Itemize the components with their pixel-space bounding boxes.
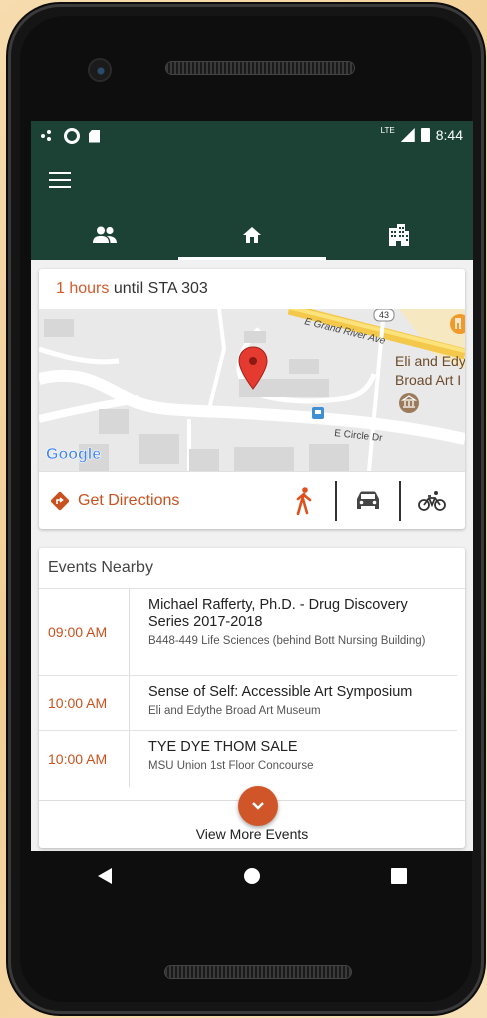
status-bar: LTE 8:44 xyxy=(31,121,473,150)
events-card: Events Nearby 09:00 AM Michael Rafferty,… xyxy=(39,548,465,848)
people-icon xyxy=(92,226,117,243)
building-icon xyxy=(389,224,410,246)
bike-icon xyxy=(418,491,446,511)
route-number: 43 xyxy=(379,310,389,320)
clock: 8:44 xyxy=(435,127,463,143)
signal-icon xyxy=(400,128,415,142)
campus-map[interactable]: 43 E Grand River Ave E Circle Dr Eli and… xyxy=(39,309,465,471)
directions-bar: Get Directions xyxy=(39,471,465,530)
network-type: LTE xyxy=(380,125,395,135)
events-header: Events Nearby xyxy=(39,548,465,589)
front-camera xyxy=(90,60,110,80)
google-logo: Google xyxy=(46,446,101,463)
expand-events-button[interactable] xyxy=(238,786,278,826)
get-directions-button[interactable]: Get Directions xyxy=(50,491,179,511)
map-place-label-line2: Broad Art I xyxy=(395,372,461,388)
class-name: until STA 303 xyxy=(113,280,208,297)
next-class-card: 1 hours until STA 303 43 E Grand River A… xyxy=(39,269,465,529)
event-title: Michael Rafferty, Ph.D. - Drug Discovery… xyxy=(148,597,408,630)
event-time: 10:00 AM xyxy=(39,676,130,730)
notification-dots-icon xyxy=(41,130,55,142)
tab-bar xyxy=(31,210,473,260)
home-button[interactable] xyxy=(232,856,272,896)
view-more-events-button[interactable]: View More Events xyxy=(196,826,309,842)
tab-home[interactable] xyxy=(178,210,326,260)
home-icon xyxy=(242,227,261,243)
event-time: 09:00 AM xyxy=(39,589,130,675)
chevron-down-icon xyxy=(252,802,264,810)
walk-icon xyxy=(296,487,312,515)
map-place-label-line1: Eli and Edy xyxy=(395,353,465,369)
drive-mode-button[interactable] xyxy=(349,481,387,521)
event-row[interactable]: 10:00 AM TYE DYE THOM SALE MSU Union 1st… xyxy=(39,731,457,787)
sd-card-icon xyxy=(89,129,100,143)
event-location: MSU Union 1st Floor Concourse xyxy=(148,760,314,772)
hours-unit: hours xyxy=(69,280,110,297)
sync-circle-icon xyxy=(64,128,80,144)
menu-icon[interactable] xyxy=(49,172,71,188)
event-row[interactable]: 10:00 AM Sense of Self: Accessible Art S… xyxy=(39,676,457,731)
car-icon xyxy=(357,491,379,509)
event-time: 10:00 AM xyxy=(39,731,130,787)
event-title: Sense of Self: Accessible Art Symposium xyxy=(148,684,413,700)
recents-square-icon xyxy=(391,868,408,884)
class-countdown: 1 hours until STA 303 xyxy=(39,269,465,309)
system-nav-bar xyxy=(31,851,473,901)
event-title: TYE DYE THOM SALE xyxy=(148,739,298,755)
tab-people[interactable] xyxy=(31,210,178,260)
bike-mode-button[interactable] xyxy=(413,481,451,521)
back-triangle-icon xyxy=(97,868,112,884)
tab-buildings[interactable] xyxy=(326,210,473,260)
get-directions-label: Get Directions xyxy=(78,492,180,509)
directions-icon xyxy=(50,491,70,511)
hours-remaining: 1 xyxy=(56,280,65,297)
battery-icon xyxy=(420,128,430,142)
app-bar xyxy=(31,150,473,260)
map-canvas: 43 E Grand River Ave E Circle Dr Eli and… xyxy=(39,309,465,471)
recents-button[interactable] xyxy=(379,856,419,896)
event-row[interactable]: 09:00 AM Michael Rafferty, Ph.D. - Drug … xyxy=(39,589,457,676)
home-circle-icon xyxy=(243,868,260,884)
app-screen: LTE 8:44 1 hours until STA 303 43 E Gran… xyxy=(31,121,473,851)
walk-mode-button[interactable] xyxy=(285,481,323,521)
top-speaker xyxy=(166,62,354,74)
bottom-speaker xyxy=(165,966,351,978)
event-location: Eli and Edythe Broad Art Museum xyxy=(148,705,321,717)
travel-modes xyxy=(285,481,451,521)
back-button[interactable] xyxy=(85,856,125,896)
mode-divider xyxy=(399,481,401,521)
mode-divider xyxy=(335,481,337,521)
event-location: B448-449 Life Sciences (behind Bott Nurs… xyxy=(148,635,426,647)
bus-stop-icon xyxy=(312,407,324,419)
museum-icon xyxy=(399,393,419,413)
